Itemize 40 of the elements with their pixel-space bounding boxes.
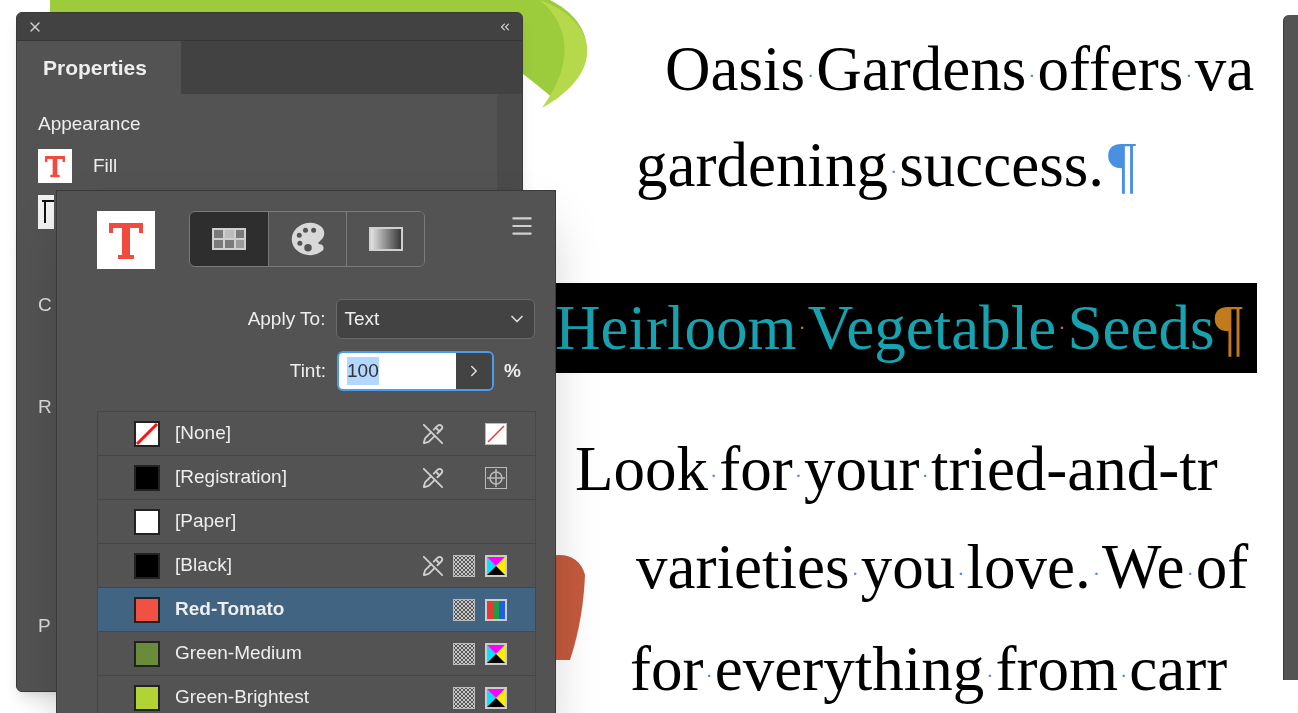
swatch-name: [Paper] [175,509,237,534]
swatch-row[interactable]: Green-Brightest [98,676,535,713]
swatch-row[interactable]: Green-Medium [98,632,535,676]
cmyk-icon [485,554,507,577]
swatch-row[interactable]: Red-Tomato [98,588,535,632]
covered-label: P [38,616,51,635]
covered-label: C [38,295,52,314]
apply-to-label: Apply To: [246,306,326,331]
swatch-name: Green-Brightest [175,685,310,710]
swatch-name: [Black] [175,553,233,578]
swatch-name: [None] [175,421,231,446]
document-heading: Heirloom·Vegetable·Seeds¶ [555,283,1257,373]
swatch-row[interactable]: [None] [98,412,535,456]
gradient-icon [368,227,403,251]
tint-field[interactable]: 100 [337,351,494,391]
properties-tab[interactable]: Properties [17,41,181,94]
swatch-row[interactable]: [Paper] [98,500,535,544]
rgb-icon [485,598,507,621]
percent-label: % [504,358,521,383]
swatch-name: Red-Tomato [175,597,285,622]
no-color-icon [485,422,507,445]
tint-value: 100 [347,356,379,386]
swatch-name: [Registration] [175,465,287,490]
document-text-line: Oasis·Gardens·offers·va [665,38,1255,101]
crosshair-icon [485,466,507,489]
cmyk-icon [485,686,507,709]
swatch-row[interactable]: [Registration] [98,456,535,500]
text-fill-icon [38,149,72,183]
swatch-grid-icon [212,228,246,250]
tint-label: Tint: [288,358,326,383]
view-tab[interactable] [346,212,424,266]
text-fill-swatch-icon [97,211,155,269]
section-title: Appearance [38,114,142,133]
covered-label: R [38,397,52,416]
view-tab[interactable] [190,212,268,266]
swatch-name: Green-Medium [175,641,302,666]
apply-to-dropdown[interactable]: Text [336,299,535,339]
cmyk-icon [485,642,507,665]
fill-label: Fill [93,153,118,178]
text-stroke-icon [38,195,54,229]
